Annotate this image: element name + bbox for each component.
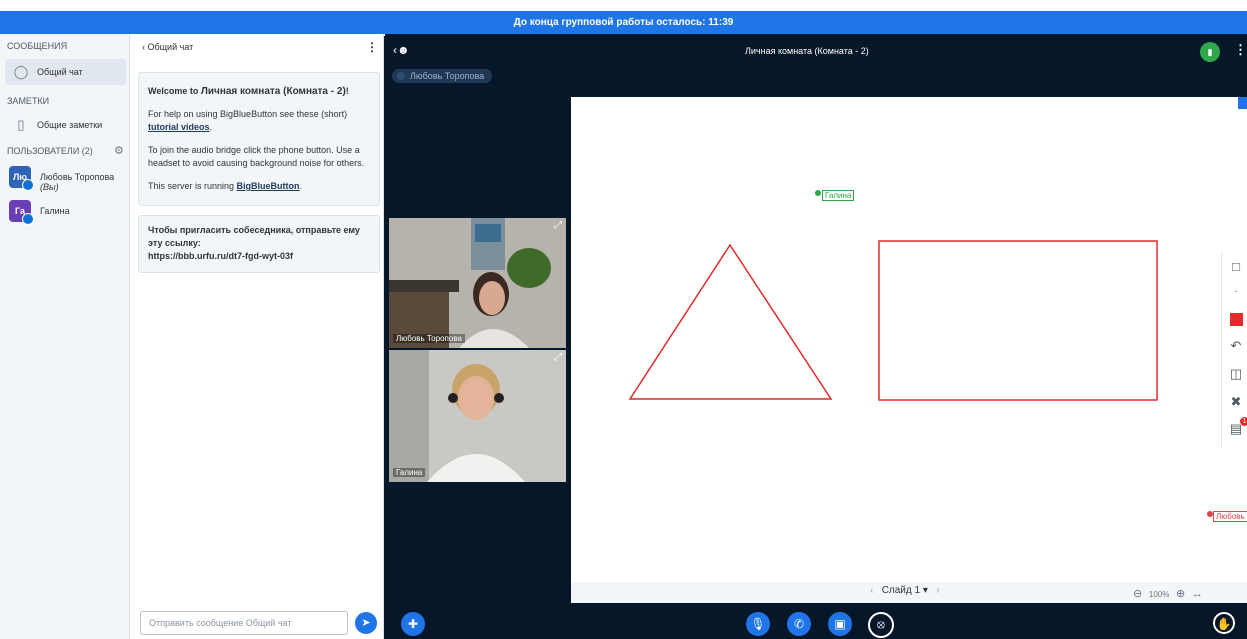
zoom-level: 100% <box>1148 590 1170 599</box>
avatar: Га <box>9 200 34 225</box>
presentation-upload-icon[interactable]: ▤ 1 <box>1227 417 1247 438</box>
chat-title: Общий чат <box>147 42 194 52</box>
cursor-dot-galina <box>815 190 821 196</box>
fit-width-icon[interactable]: ↔ <box>1192 588 1203 600</box>
cursor-label-galina: Галина <box>822 190 855 201</box>
avatar: Лю <box>9 166 34 191</box>
slide-navigation: ‹ Слайд 1 ▾ › <box>870 585 940 596</box>
note-icon: ▯ <box>17 117 25 132</box>
chat-icon: ◯ <box>13 64 29 79</box>
cursor-label-lyubov: Любовь <box>1213 511 1247 522</box>
whiteboard[interactable]: Галина Любовь <box>571 97 1247 582</box>
screen-share-off-icon: ⦻ <box>877 617 885 631</box>
connection-status-button[interactable]: ▮ <box>1200 42 1220 62</box>
zoom-out-icon[interactable]: ⊖ <box>1133 588 1142 600</box>
phone-icon: ✆ <box>793 617 805 631</box>
send-icon: ➤ <box>361 617 371 629</box>
screenshare-button[interactable]: ⦻ <box>868 612 894 638</box>
user-name: Галина <box>40 206 70 216</box>
breakout-timer-banner: До конца групповой работы осталось: 11:3… <box>0 11 1247 34</box>
user-icon: ‹☻ <box>393 43 410 57</box>
webcam-button[interactable]: ▣ <box>828 612 852 636</box>
hand-icon: ✋ <box>1216 617 1232 631</box>
invite-message: Чтобы пригласить собеседника, отправьте … <box>138 215 380 273</box>
video-camera-icon: ▣ <box>834 617 846 631</box>
thickness-icon[interactable]: · <box>1227 283 1245 301</box>
users-section-title: ПОЛЬЗОВАТЕЛИ (2) <box>7 146 93 156</box>
shared-notes-label: Общие заметки <box>37 120 103 130</box>
chat-message-input[interactable]: Отправить сообщение Общий чат <box>140 611 348 635</box>
webcam-image <box>389 218 566 348</box>
microphone-icon: 🎙 <box>750 617 766 631</box>
welcome-message: Welcome to Личная комната (Комната - 2)!… <box>138 72 380 206</box>
video-label: Галина <box>393 468 426 477</box>
webcam-image <box>389 350 566 482</box>
you-suffix: (Вы) <box>40 182 59 192</box>
whiteboard-canvas <box>628 240 1158 401</box>
notification-badge: 1 <box>1240 417 1247 426</box>
options-menu-button[interactable]: ⋮ <box>1234 42 1247 58</box>
prev-slide-icon[interactable]: ‹ <box>870 585 873 596</box>
user-item-lyubov[interactable]: Лю Любовь Торопова (Вы) <box>0 163 129 193</box>
gear-icon[interactable]: ⚙ <box>114 144 124 157</box>
messages-section-title: СООБЩЕНИЯ <box>7 41 68 51</box>
send-button[interactable]: ➤ <box>355 612 377 634</box>
chat-options-button[interactable]: ⋮ <box>366 40 378 54</box>
public-chat-item[interactable]: ◯ Общий чат <box>5 59 126 85</box>
trash-icon[interactable]: ◫ <box>1227 365 1245 383</box>
video-tile-galina[interactable]: Галина ⤢ <box>389 350 566 482</box>
zoom-controls: ⊖ 100% ⊕ ↔ <box>1133 587 1203 600</box>
public-chat-label: Общий чат <box>37 67 83 77</box>
invite-url[interactable]: https://bbb.urfu.ru/dt7-fgd-wyt-03f <box>148 250 370 263</box>
rectangle-tool-icon[interactable]: □ <box>1227 258 1245 276</box>
user-list-panel: СООБЩЕНИЯ ◯ Общий чат ЗАМЕТКИ ▯ Общие за… <box>0 34 130 639</box>
toggle-userlist-button[interactable]: ‹☻ <box>393 43 410 57</box>
leave-audio-button[interactable]: ✆ <box>787 612 811 636</box>
triangle-shape <box>628 243 833 400</box>
bigbluebutton-link[interactable]: BigBlueButton <box>237 181 300 191</box>
invite-text: Чтобы пригласить собеседника, отправьте … <box>148 225 360 248</box>
actions-button[interactable]: ✚ <box>401 612 425 636</box>
rectangle-shape <box>878 240 1158 401</box>
slide-select[interactable]: Слайд 1 ▾ <box>882 585 928 596</box>
shared-notes-item[interactable]: ▯ Общие заметки <box>5 112 126 138</box>
signal-icon: ▮ <box>1207 47 1213 57</box>
video-label: Любовь Торопова <box>393 334 465 343</box>
color-picker-icon[interactable] <box>1227 311 1245 329</box>
talker-name: Любовь Торопова <box>410 71 485 81</box>
tutorial-videos-link[interactable]: tutorial videos <box>148 122 210 132</box>
mute-button[interactable]: 🎙 <box>746 612 770 636</box>
talking-indicator[interactable]: Любовь Торопова <box>392 69 493 83</box>
raise-hand-button[interactable]: ✋ <box>1213 612 1235 634</box>
video-tile-lyubov[interactable]: Любовь Торопова ⤢ <box>389 218 566 348</box>
user-name: Любовь Торопова <box>40 172 115 182</box>
room-title: Личная комната (Комната - 2) <box>745 46 869 56</box>
zoom-in-icon[interactable]: ⊕ <box>1176 588 1185 600</box>
user-item-galina[interactable]: Га Галина <box>0 197 129 227</box>
multi-user-off-icon[interactable]: ✖ <box>1227 393 1245 411</box>
fullscreen-icon[interactable]: ⤢ <box>554 220 562 231</box>
minimize-presentation-button[interactable] <box>1238 97 1247 109</box>
undo-icon[interactable]: ↶ <box>1227 337 1245 355</box>
plus-icon: ✚ <box>407 617 419 631</box>
whiteboard-toolbar: □ · ↶ ◫ ✖ ▤ 1 <box>1221 253 1247 447</box>
fullscreen-icon[interactable]: ⤢ <box>554 352 562 363</box>
notes-section-title: ЗАМЕТКИ <box>7 96 50 106</box>
chat-back-button[interactable]: ‹ Общий чат <box>142 42 193 52</box>
next-slide-icon[interactable]: › <box>936 585 939 596</box>
